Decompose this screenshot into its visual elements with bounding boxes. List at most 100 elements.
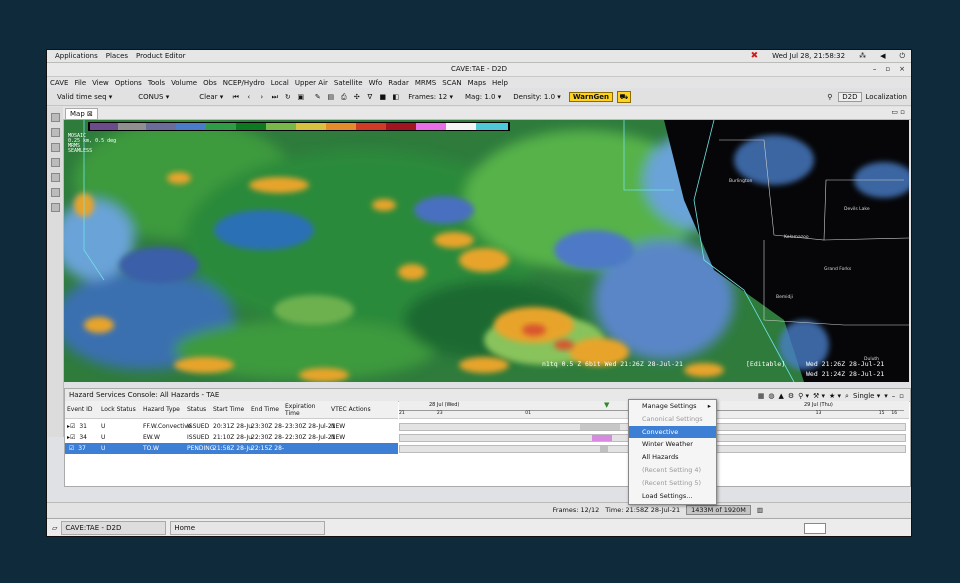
valid-time-dropdown[interactable]: Valid time seq ▾: [53, 91, 116, 103]
menu-item-manage-settings[interactable]: Manage Settings ▸: [629, 400, 716, 413]
menu-cave[interactable]: CAVE: [47, 79, 71, 87]
applications-menu[interactable]: Applications: [55, 52, 98, 60]
menu-item-recent-4[interactable]: (Recent Setting 4): [629, 464, 716, 477]
loop-icon[interactable]: ↻: [283, 93, 292, 102]
show-desktop-icon[interactable]: ▱: [52, 524, 57, 532]
product-editor-menu[interactable]: Product Editor: [136, 52, 186, 60]
tool-icon-3[interactable]: [50, 143, 60, 152]
col-event-id[interactable]: Event ID: [65, 406, 99, 413]
first-frame-icon[interactable]: ⏮: [231, 93, 240, 102]
workspace-switcher[interactable]: [804, 523, 826, 534]
menu-tools[interactable]: Tools: [145, 79, 168, 87]
menu-item-label: Winter Weather: [642, 440, 693, 449]
close-button[interactable]: ×: [899, 63, 905, 76]
col-status[interactable]: Status: [185, 406, 211, 413]
scale-dropdown[interactable]: CONUS ▾: [134, 91, 173, 103]
cursor-icon[interactable]: ✣: [352, 93, 361, 102]
tool-icon-1[interactable]: [50, 113, 60, 122]
menu-file[interactable]: File: [71, 79, 89, 87]
minimize-button[interactable]: –: [873, 63, 877, 76]
d2d-perspective-button[interactable]: D2D: [838, 92, 862, 102]
localization-perspective-button[interactable]: Localization: [866, 93, 907, 101]
col-expiration-time[interactable]: Expiration Time: [283, 403, 329, 417]
hazard-row-selected[interactable]: ☑ 37 U TO.W PENDING 21:58Z 28-Ju 22:15Z …: [65, 443, 398, 454]
hazard-row[interactable]: ▸☑ 31 U FF.W.Convective ISSUED 20:31Z 28…: [65, 421, 398, 432]
clear-button[interactable]: Clear ▾: [195, 91, 227, 103]
event-bar[interactable]: [592, 435, 612, 441]
row-exp: 22:30Z 28-Jul-21: [285, 434, 336, 441]
density-dropdown[interactable]: Density: 1.0 ▾: [509, 91, 565, 103]
next-frame-icon[interactable]: ›: [257, 93, 266, 102]
hazard-row[interactable]: ▸☑ 34 U EW.W ISSUED 21:10Z 28-Ju 22:30Z …: [65, 432, 398, 443]
memory-status[interactable]: 1433M of 1920M: [686, 504, 751, 515]
zoom-icon[interactable]: ▤: [326, 93, 335, 102]
menu-item-all-hazards[interactable]: All Hazards: [629, 451, 716, 464]
warngen-button[interactable]: WarnGen: [568, 92, 613, 102]
map-time-label-2: Wed 21:24Z 28-Jul-21: [806, 370, 885, 378]
hazard-table-header: Event ID Lock Status Hazard Type Status …: [65, 401, 398, 419]
last-frame-icon[interactable]: ⏭: [270, 93, 279, 102]
event-bar[interactable]: [600, 446, 608, 452]
task-cave[interactable]: CAVE:TAE - D2D: [61, 521, 167, 535]
map-tab[interactable]: Map ⊠: [65, 108, 98, 120]
image-properties-icon[interactable]: ▣: [296, 93, 305, 102]
menu-obs[interactable]: Obs: [200, 79, 220, 87]
menu-ncep-hydro[interactable]: NCEP/Hydro: [220, 79, 268, 87]
panel-icon[interactable]: ■: [378, 93, 387, 102]
menu-item-winter-weather[interactable]: Winter Weather: [629, 438, 716, 451]
hazard-services-button[interactable]: ⛟: [616, 91, 631, 103]
map-time-label: Wed 21:26Z 28-Jul-21: [806, 360, 885, 368]
menu-wfo[interactable]: Wfo: [366, 79, 386, 87]
layout-icon[interactable]: ◧: [391, 93, 400, 102]
menu-options[interactable]: Options: [112, 79, 145, 87]
frames-dropdown[interactable]: Frames: 12 ▾: [404, 91, 457, 103]
col-end-time[interactable]: End Time: [249, 406, 283, 413]
tool-icon-5[interactable]: [50, 173, 60, 182]
network-icon[interactable]: ⁂: [859, 52, 866, 60]
col-lock-status[interactable]: Lock Status: [99, 406, 141, 413]
task-home[interactable]: Home: [170, 521, 326, 535]
menu-radar[interactable]: Radar: [385, 79, 412, 87]
menu-volume[interactable]: Volume: [168, 79, 200, 87]
menu-item-load-settings[interactable]: Load Settings...: [629, 490, 716, 503]
menu-mrms[interactable]: MRMS: [412, 79, 439, 87]
volume-icon[interactable]: ◀: [880, 52, 885, 60]
mag-dropdown[interactable]: Mag: 1.0 ▾: [461, 91, 505, 103]
menu-help[interactable]: Help: [489, 79, 511, 87]
menu-item-convective[interactable]: Convective: [629, 425, 716, 439]
menu-view[interactable]: View: [89, 79, 112, 87]
tool-icon-4[interactable]: [50, 158, 60, 167]
current-time-marker-icon[interactable]: ▼: [604, 401, 609, 409]
menu-item-canonical-settings[interactable]: Canonical Settings: [629, 413, 716, 426]
col-start-time[interactable]: Start Time: [211, 406, 249, 413]
pan-icon[interactable]: ✎: [313, 93, 322, 102]
tool-icon-7[interactable]: [50, 203, 60, 212]
places-menu[interactable]: Places: [106, 52, 128, 60]
col-hazard-type[interactable]: Hazard Type: [141, 406, 185, 413]
menu-upper-air[interactable]: Upper Air: [292, 79, 331, 87]
trash-icon[interactable]: ▥: [757, 506, 763, 514]
menu-scan[interactable]: SCAN: [439, 79, 464, 87]
maximize-button[interactable]: ▫: [885, 63, 890, 76]
print-icon[interactable]: ⎙: [339, 93, 348, 102]
prev-frame-icon[interactable]: ‹: [244, 93, 253, 102]
menu-item-recent-5[interactable]: (Recent Setting 5): [629, 477, 716, 490]
menu-satellite[interactable]: Satellite: [331, 79, 366, 87]
col-vtec-actions[interactable]: VTEC Actions: [329, 406, 373, 413]
tool-icon-6[interactable]: [50, 188, 60, 197]
tool-icon-2[interactable]: [50, 128, 60, 137]
view-menu-icon[interactable]: ▭ ▫: [891, 108, 905, 116]
task-home-label: Home: [174, 524, 196, 532]
menu-maps[interactable]: Maps: [465, 79, 489, 87]
hazard-console-title[interactable]: Hazard Services Console: All Hazards - T…: [69, 391, 219, 399]
menu-local[interactable]: Local: [268, 79, 292, 87]
event-bar[interactable]: [580, 424, 620, 430]
draw-icon[interactable]: ∇: [365, 93, 374, 102]
map-tab-bar: Map ⊠ ▭ ▫: [63, 107, 911, 120]
radar-map[interactable]: Burlington Kalamazoo Grand Forks Bemidji…: [64, 120, 909, 382]
alert-x-icon[interactable]: ✖: [751, 51, 759, 61]
power-icon[interactable]: ⏻: [899, 52, 905, 61]
row-vtec: NEW: [331, 423, 346, 430]
pin-icon[interactable]: ⚲: [825, 93, 834, 102]
settings-context-menu: Manage Settings ▸ Canonical Settings Conv…: [628, 399, 717, 505]
